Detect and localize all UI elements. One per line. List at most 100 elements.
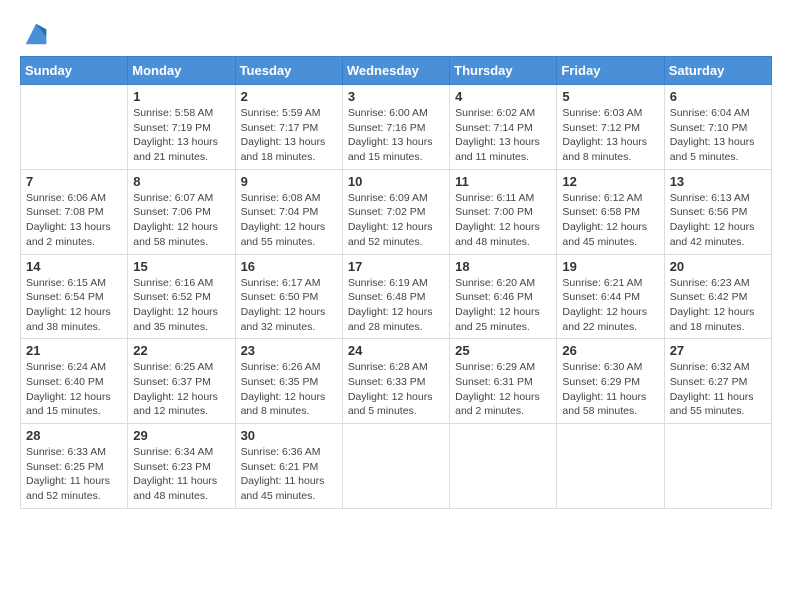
calendar-cell: 8 Sunrise: 6:07 AMSunset: 7:06 PMDaylight… xyxy=(128,169,235,254)
calendar-cell xyxy=(342,424,449,509)
day-info: Sunrise: 6:29 AMSunset: 6:31 PMDaylight:… xyxy=(455,360,551,419)
day-info: Sunrise: 6:30 AMSunset: 6:29 PMDaylight:… xyxy=(562,360,658,419)
day-info: Sunrise: 6:03 AMSunset: 7:12 PMDaylight:… xyxy=(562,106,658,165)
day-number: 19 xyxy=(562,259,658,274)
day-number: 10 xyxy=(348,174,444,189)
day-info: Sunrise: 6:04 AMSunset: 7:10 PMDaylight:… xyxy=(670,106,766,165)
day-number: 9 xyxy=(241,174,337,189)
calendar-cell: 23 Sunrise: 6:26 AMSunset: 6:35 PMDayligh… xyxy=(235,339,342,424)
calendar-cell: 3 Sunrise: 6:00 AMSunset: 7:16 PMDaylight… xyxy=(342,85,449,170)
header-saturday: Saturday xyxy=(664,57,771,85)
day-number: 3 xyxy=(348,89,444,104)
day-info: Sunrise: 6:32 AMSunset: 6:27 PMDaylight:… xyxy=(670,360,766,419)
day-info: Sunrise: 6:26 AMSunset: 6:35 PMDaylight:… xyxy=(241,360,337,419)
day-number: 4 xyxy=(455,89,551,104)
calendar-cell: 2 Sunrise: 5:59 AMSunset: 7:17 PMDaylight… xyxy=(235,85,342,170)
logo-icon xyxy=(22,20,50,48)
day-info: Sunrise: 6:12 AMSunset: 6:58 PMDaylight:… xyxy=(562,191,658,250)
day-number: 1 xyxy=(133,89,229,104)
calendar-cell: 9 Sunrise: 6:08 AMSunset: 7:04 PMDaylight… xyxy=(235,169,342,254)
calendar-cell: 22 Sunrise: 6:25 AMSunset: 6:37 PMDayligh… xyxy=(128,339,235,424)
day-info: Sunrise: 6:00 AMSunset: 7:16 PMDaylight:… xyxy=(348,106,444,165)
day-info: Sunrise: 6:13 AMSunset: 6:56 PMDaylight:… xyxy=(670,191,766,250)
calendar-cell xyxy=(557,424,664,509)
day-info: Sunrise: 6:08 AMSunset: 7:04 PMDaylight:… xyxy=(241,191,337,250)
day-number: 26 xyxy=(562,343,658,358)
day-info: Sunrise: 6:33 AMSunset: 6:25 PMDaylight:… xyxy=(26,445,122,504)
calendar-week-row: 21 Sunrise: 6:24 AMSunset: 6:40 PMDayligh… xyxy=(21,339,772,424)
day-info: Sunrise: 6:11 AMSunset: 7:00 PMDaylight:… xyxy=(455,191,551,250)
day-info: Sunrise: 6:07 AMSunset: 7:06 PMDaylight:… xyxy=(133,191,229,250)
day-info: Sunrise: 6:36 AMSunset: 6:21 PMDaylight:… xyxy=(241,445,337,504)
day-number: 14 xyxy=(26,259,122,274)
header-sunday: Sunday xyxy=(21,57,128,85)
day-number: 20 xyxy=(670,259,766,274)
calendar-cell: 25Sunrise: 6:29 AMSunset: 6:31 PMDayligh… xyxy=(450,339,557,424)
calendar-cell: 18 Sunrise: 6:20 AMSunset: 6:46 PMDayligh… xyxy=(450,254,557,339)
calendar-cell: 11 Sunrise: 6:11 AMSunset: 7:00 PMDayligh… xyxy=(450,169,557,254)
day-number: 16 xyxy=(241,259,337,274)
day-number: 28 xyxy=(26,428,122,443)
calendar-cell: 13 Sunrise: 6:13 AMSunset: 6:56 PMDayligh… xyxy=(664,169,771,254)
calendar-cell: 27 Sunrise: 6:32 AMSunset: 6:27 PMDayligh… xyxy=(664,339,771,424)
day-info: Sunrise: 6:23 AMSunset: 6:42 PMDaylight:… xyxy=(670,276,766,335)
calendar-cell: 1 Sunrise: 5:58 AMSunset: 7:19 PMDaylight… xyxy=(128,85,235,170)
day-info: Sunrise: 6:25 AMSunset: 6:37 PMDaylight:… xyxy=(133,360,229,419)
day-number: 11 xyxy=(455,174,551,189)
calendar-cell: 6 Sunrise: 6:04 AMSunset: 7:10 PMDaylight… xyxy=(664,85,771,170)
day-number: 27 xyxy=(670,343,766,358)
calendar-cell: 17Sunrise: 6:19 AMSunset: 6:48 PMDayligh… xyxy=(342,254,449,339)
day-number: 7 xyxy=(26,174,122,189)
header-thursday: Thursday xyxy=(450,57,557,85)
day-info: Sunrise: 6:21 AMSunset: 6:44 PMDaylight:… xyxy=(562,276,658,335)
calendar-cell: 7 Sunrise: 6:06 AMSunset: 7:08 PMDaylight… xyxy=(21,169,128,254)
calendar-cell: 28 Sunrise: 6:33 AMSunset: 6:25 PMDayligh… xyxy=(21,424,128,509)
day-number: 15 xyxy=(133,259,229,274)
calendar-header-row: SundayMondayTuesdayWednesdayThursdayFrid… xyxy=(21,57,772,85)
day-info: Sunrise: 6:16 AMSunset: 6:52 PMDaylight:… xyxy=(133,276,229,335)
calendar-cell: 29 Sunrise: 6:34 AMSunset: 6:23 PMDayligh… xyxy=(128,424,235,509)
day-number: 30 xyxy=(241,428,337,443)
day-number: 8 xyxy=(133,174,229,189)
day-info: Sunrise: 6:15 AMSunset: 6:54 PMDaylight:… xyxy=(26,276,122,335)
header-wednesday: Wednesday xyxy=(342,57,449,85)
calendar-week-row: 7 Sunrise: 6:06 AMSunset: 7:08 PMDaylight… xyxy=(21,169,772,254)
logo xyxy=(20,20,50,48)
day-info: Sunrise: 6:28 AMSunset: 6:33 PMDaylight:… xyxy=(348,360,444,419)
calendar-cell: 14 Sunrise: 6:15 AMSunset: 6:54 PMDayligh… xyxy=(21,254,128,339)
calendar-cell: 5 Sunrise: 6:03 AMSunset: 7:12 PMDaylight… xyxy=(557,85,664,170)
day-number: 6 xyxy=(670,89,766,104)
day-info: Sunrise: 6:02 AMSunset: 7:14 PMDaylight:… xyxy=(455,106,551,165)
calendar-cell: 19 Sunrise: 6:21 AMSunset: 6:44 PMDayligh… xyxy=(557,254,664,339)
day-info: Sunrise: 6:19 AMSunset: 6:48 PMDaylight:… xyxy=(348,276,444,335)
day-info: Sunrise: 6:06 AMSunset: 7:08 PMDaylight:… xyxy=(26,191,122,250)
calendar-cell: 24 Sunrise: 6:28 AMSunset: 6:33 PMDayligh… xyxy=(342,339,449,424)
calendar-cell xyxy=(21,85,128,170)
day-number: 29 xyxy=(133,428,229,443)
day-number: 21 xyxy=(26,343,122,358)
calendar-cell: 10Sunrise: 6:09 AMSunset: 7:02 PMDayligh… xyxy=(342,169,449,254)
day-number: 18 xyxy=(455,259,551,274)
day-info: Sunrise: 6:20 AMSunset: 6:46 PMDaylight:… xyxy=(455,276,551,335)
calendar-cell: 30 Sunrise: 6:36 AMSunset: 6:21 PMDayligh… xyxy=(235,424,342,509)
calendar-week-row: 14 Sunrise: 6:15 AMSunset: 6:54 PMDayligh… xyxy=(21,254,772,339)
day-info: Sunrise: 5:59 AMSunset: 7:17 PMDaylight:… xyxy=(241,106,337,165)
day-info: Sunrise: 6:24 AMSunset: 6:40 PMDaylight:… xyxy=(26,360,122,419)
day-number: 13 xyxy=(670,174,766,189)
calendar-table: SundayMondayTuesdayWednesdayThursdayFrid… xyxy=(20,56,772,509)
header-tuesday: Tuesday xyxy=(235,57,342,85)
header-monday: Monday xyxy=(128,57,235,85)
day-number: 24 xyxy=(348,343,444,358)
day-info: Sunrise: 6:17 AMSunset: 6:50 PMDaylight:… xyxy=(241,276,337,335)
header-friday: Friday xyxy=(557,57,664,85)
day-number: 2 xyxy=(241,89,337,104)
calendar-cell: 4 Sunrise: 6:02 AMSunset: 7:14 PMDaylight… xyxy=(450,85,557,170)
day-number: 5 xyxy=(562,89,658,104)
day-info: Sunrise: 5:58 AMSunset: 7:19 PMDaylight:… xyxy=(133,106,229,165)
day-number: 22 xyxy=(133,343,229,358)
calendar-week-row: 1 Sunrise: 5:58 AMSunset: 7:19 PMDaylight… xyxy=(21,85,772,170)
calendar-cell: 16 Sunrise: 6:17 AMSunset: 6:50 PMDayligh… xyxy=(235,254,342,339)
day-number: 23 xyxy=(241,343,337,358)
day-info: Sunrise: 6:34 AMSunset: 6:23 PMDaylight:… xyxy=(133,445,229,504)
calendar-cell: 21 Sunrise: 6:24 AMSunset: 6:40 PMDayligh… xyxy=(21,339,128,424)
